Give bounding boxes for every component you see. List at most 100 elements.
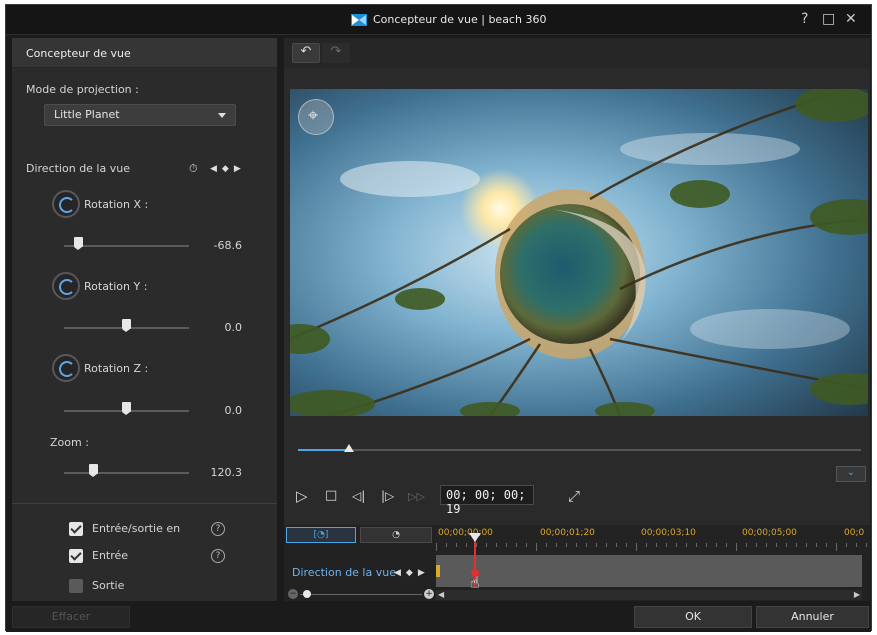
maximize-icon[interactable]: □ <box>822 11 835 27</box>
ruler-tick <box>786 543 787 547</box>
start-keyframe-marker[interactable] <box>436 565 440 577</box>
ruler-tick <box>816 543 817 547</box>
stop-button[interactable]: □ <box>325 488 337 503</box>
ruler-tick <box>726 543 727 547</box>
timeline-scrollbar[interactable]: ◀ ▶ <box>436 590 862 600</box>
cancel-button[interactable]: Annuler <box>756 606 869 628</box>
track-keyframe-nav-icons[interactable]: ◀◆▶ <box>394 568 430 578</box>
little-planet-image <box>290 89 868 416</box>
preview-panel: ↶ ↷ ⌖ ⌄ ▷ □ ◁| |▷ ▷▷ 00; 00; 00; 19 ⤢ [◔… <box>284 38 870 601</box>
navigation-compass-icon[interactable] <box>298 99 334 135</box>
ease-in-label: Entrée <box>92 549 129 562</box>
expand-button[interactable]: ⌄ <box>836 466 866 482</box>
ruler-tick <box>546 543 547 547</box>
app-logo-icon <box>351 13 367 26</box>
ruler-tick <box>516 543 517 547</box>
ruler-tick <box>686 543 687 547</box>
projection-select-value: Little Planet <box>54 108 120 121</box>
rotation-x-icon <box>52 190 80 218</box>
rotation-z-label: Rotation Z : <box>84 362 149 375</box>
projection-select[interactable]: Little Planet <box>44 104 236 126</box>
ruler-tick <box>836 543 837 551</box>
ease-out-checkbox[interactable] <box>69 579 83 593</box>
tab-view-direction[interactable]: [◔] <box>286 527 356 543</box>
ruler-tick <box>716 543 717 547</box>
seek-thumb[interactable] <box>343 442 354 454</box>
tick-label: 00;00;03;10 <box>641 528 696 538</box>
projection-label: Mode de projection : <box>26 83 139 96</box>
timecode-display[interactable]: 00; 00; 00; 19 <box>440 485 534 516</box>
rotation-z-slider[interactable] <box>122 402 131 415</box>
rotation-x-slider[interactable] <box>74 237 83 250</box>
zoom-value: 120.3 <box>210 466 243 479</box>
video-preview[interactable] <box>290 89 868 416</box>
timeline-ruler[interactable]: 00;00;00;00 00;00;01;20 00;00;03;10 00;0… <box>436 525 870 555</box>
view-direction-track[interactable] <box>436 555 862 587</box>
tab-clock[interactable]: ◔ <box>360 527 432 543</box>
ruler-tick <box>626 543 627 547</box>
timeline-zoom-track[interactable] <box>300 594 422 595</box>
ruler-tick <box>466 543 467 547</box>
chevron-down-icon <box>218 113 226 118</box>
ruler-tick <box>776 543 777 547</box>
playhead-handle[interactable] <box>469 533 481 544</box>
ruler-tick <box>696 543 697 547</box>
ruler-tick <box>706 543 707 547</box>
fullscreen-button[interactable]: ⤢ <box>568 487 580 505</box>
ruler-tick <box>616 543 617 547</box>
edit-toolbar: ↶ ↷ <box>284 38 870 68</box>
ruler-tick <box>606 543 607 547</box>
timeline-zoom-thumb[interactable] <box>303 590 311 598</box>
help-icon[interactable]: ? <box>211 522 225 536</box>
view-designer-window: Concepteur de vue | beach 360 ? □ ✕ Conc… <box>5 4 872 632</box>
ruler-tick <box>656 543 657 547</box>
next-frame-button[interactable]: |▷ <box>381 489 394 503</box>
rotation-y-label: Rotation Y : <box>84 280 148 293</box>
ruler-tick <box>766 543 767 547</box>
ruler-tick <box>746 543 747 547</box>
undo-button[interactable]: ↶ <box>292 43 320 63</box>
play-button[interactable]: ▷ <box>296 487 308 505</box>
help-icon[interactable]: ? <box>801 11 808 27</box>
clear-button[interactable]: Effacer <box>12 606 130 628</box>
help-icon[interactable]: ? <box>211 549 225 563</box>
ease-in-out-checkbox[interactable] <box>69 522 83 536</box>
previous-frame-button[interactable]: ◁| <box>352 489 365 503</box>
ruler-tick <box>646 543 647 547</box>
title-bar: Concepteur de vue | beach 360 ? □ ✕ <box>6 5 871 35</box>
rotation-x-label: Rotation X : <box>84 198 149 211</box>
ruler-tick <box>596 543 597 547</box>
redo-button[interactable]: ↷ <box>322 43 350 63</box>
ease-out-label: Sortie <box>92 579 125 592</box>
ok-button[interactable]: OK <box>634 606 752 628</box>
fast-forward-button[interactable]: ▷▷ <box>408 490 425 503</box>
keyframe-nav-icons[interactable]: ◀◆▶ <box>210 164 246 174</box>
window-title: Concepteur de vue | beach 360 <box>373 13 547 26</box>
seek-bar[interactable] <box>298 449 861 451</box>
ease-in-out-label: Entrée/sortie en <box>92 522 181 535</box>
dialog-footer: Effacer OK Annuler <box>6 606 871 632</box>
ruler-tick <box>806 543 807 547</box>
close-icon[interactable]: ✕ <box>845 11 857 27</box>
rotation-y-icon <box>52 272 80 300</box>
scroll-left-icon[interactable]: ◀ <box>438 590 444 599</box>
rotation-x-value: -68.6 <box>213 239 242 252</box>
tick-label: 00;00;01;20 <box>540 528 595 538</box>
tick-label: 00;0 <box>844 528 865 538</box>
scroll-right-icon[interactable]: ▶ <box>854 590 860 599</box>
rotation-z-value: 0.0 <box>224 404 243 417</box>
ruler-tick <box>856 543 857 547</box>
zoom-in-icon[interactable]: + <box>424 589 434 599</box>
rotation-y-slider[interactable] <box>122 319 131 332</box>
ruler-tick <box>826 543 827 547</box>
zoom-track[interactable] <box>64 472 189 474</box>
ruler-tick <box>666 543 667 547</box>
window-title-group: Concepteur de vue | beach 360 <box>351 13 546 26</box>
stopwatch-icon[interactable]: ⏱ <box>189 162 198 176</box>
zoom-out-icon[interactable]: − <box>288 589 298 599</box>
ease-in-checkbox[interactable] <box>69 549 83 563</box>
ruler-tick <box>536 543 537 551</box>
ruler-tick <box>566 543 567 547</box>
zoom-slider[interactable] <box>89 464 98 477</box>
panel-header: Concepteur de vue <box>12 38 277 68</box>
